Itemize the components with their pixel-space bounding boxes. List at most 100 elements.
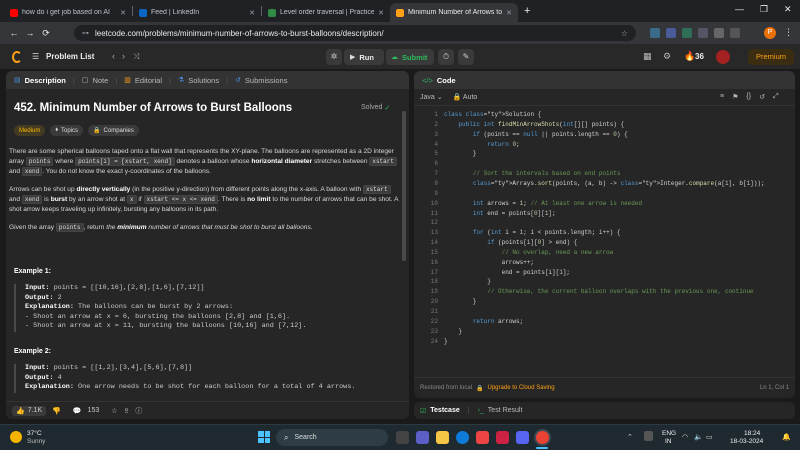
- weather-label[interactable]: Sunny: [27, 438, 45, 445]
- browser-tab-2[interactable]: Feed | LinkedIn ✕: [133, 3, 261, 22]
- timer-icon[interactable]: ⏱: [438, 49, 454, 65]
- code-line[interactable]: end = points[i][1];: [444, 269, 570, 276]
- bookmark-star-icon[interactable]: ☆: [621, 29, 628, 38]
- language-select[interactable]: Java ⌄: [420, 93, 443, 101]
- sun-weather-icon[interactable]: [10, 431, 22, 443]
- tab-testcase[interactable]: Testcase: [430, 407, 459, 414]
- tray-app-icon[interactable]: [644, 431, 653, 441]
- layout-icon[interactable]: ▦: [643, 51, 652, 62]
- code-line[interactable]: int end = points[0][1];: [444, 210, 556, 217]
- extension-icon[interactable]: [682, 28, 692, 38]
- code-line[interactable]: public int findMinArrowShots(int[][] poi…: [444, 121, 624, 128]
- volume-icon[interactable]: 🔈: [694, 433, 703, 441]
- user-avatar[interactable]: [716, 50, 730, 64]
- battery-icon[interactable]: ▭: [706, 433, 713, 441]
- edge-icon[interactable]: [456, 431, 469, 444]
- description-scrollbar[interactable]: [402, 111, 406, 261]
- url-field[interactable]: ⊶ leetcode.com/problems/minimum-number-o…: [74, 25, 636, 41]
- back-icon[interactable]: ←: [6, 28, 22, 38]
- maximize-icon[interactable]: ❐: [760, 4, 768, 15]
- streak-count[interactable]: 36: [695, 52, 704, 61]
- code-line[interactable]: if (points[i][0] > end) {: [444, 239, 577, 246]
- dislike-icon[interactable]: 👎: [52, 407, 61, 415]
- minimize-icon[interactable]: —: [735, 4, 744, 14]
- tab-test-result[interactable]: Test Result: [488, 407, 523, 414]
- code-line[interactable]: }: [444, 278, 491, 285]
- browser-tab-1[interactable]: how do i get job based on AI ✕: [4, 3, 132, 22]
- fullscreen-icon[interactable]: ⤢: [773, 93, 779, 101]
- discord-icon[interactable]: [516, 431, 529, 444]
- store-icon[interactable]: [476, 431, 489, 444]
- prev-problem-icon[interactable]: ‹: [112, 51, 115, 61]
- code-line[interactable]: return arrows;: [444, 318, 523, 325]
- premium-button[interactable]: Premium: [748, 49, 794, 65]
- like-button[interactable]: 👍 7.1K: [12, 405, 47, 416]
- run-button[interactable]: ▶ Run: [344, 49, 384, 65]
- code-line[interactable]: }: [444, 298, 477, 305]
- notification-bell-icon[interactable]: 🔔: [782, 433, 791, 441]
- chevron-up-icon[interactable]: ⌃: [627, 433, 633, 441]
- clock-time[interactable]: 18:24: [744, 430, 760, 437]
- wifi-icon[interactable]: ◠: [682, 433, 688, 441]
- next-problem-icon[interactable]: ›: [122, 51, 125, 61]
- braces-icon[interactable]: {}: [746, 93, 751, 101]
- language-code[interactable]: ENG: [662, 430, 676, 437]
- forward-icon[interactable]: →: [22, 28, 38, 38]
- code-line[interactable]: // No overlap, need a new arrow: [444, 249, 614, 256]
- code-line[interactable]: }: [444, 338, 448, 345]
- site-info-icon[interactable]: ⊶: [82, 29, 89, 37]
- code-line[interactable]: }: [444, 328, 462, 335]
- taskbar-search[interactable]: ⌕ Search: [276, 429, 388, 446]
- shuffle-icon[interactable]: ⤨: [133, 52, 139, 62]
- code-line[interactable]: // Sort the intervals based on end point…: [444, 170, 621, 177]
- reset-icon[interactable]: ↺: [759, 93, 765, 101]
- problem-list-link[interactable]: Problem List: [46, 52, 94, 61]
- temperature[interactable]: 37°C: [27, 430, 42, 437]
- windows-start-icon[interactable]: [258, 431, 270, 443]
- list-icon[interactable]: ☰: [32, 52, 39, 61]
- code-line[interactable]: if (points == null || points.length == 0…: [444, 131, 628, 138]
- comment-icon[interactable]: 💬: [73, 407, 82, 415]
- settings-gear-icon[interactable]: ⚙: [663, 51, 671, 62]
- tab-submissions[interactable]: Submissions: [245, 76, 288, 85]
- extensions-puzzle-icon[interactable]: [714, 28, 724, 38]
- extension-icon[interactable]: [698, 28, 708, 38]
- code-line[interactable]: int arrows = 1; // At least one arrow is…: [444, 200, 642, 207]
- close-tab-icon[interactable]: ✕: [378, 9, 384, 17]
- auto-mode[interactable]: 🔒 Auto: [453, 93, 478, 101]
- tab-solutions[interactable]: Solutions: [188, 76, 219, 85]
- share-icon[interactable]: ⇪: [124, 407, 130, 415]
- browser-menu-icon[interactable]: ⋮: [784, 27, 793, 38]
- debug-icon[interactable]: ✲: [326, 49, 342, 65]
- browser-tab-4[interactable]: Minimum Number of Arrows to ✕: [390, 3, 518, 22]
- code-line[interactable]: class="ty">Arrays.sort(points, (a, b) ->…: [444, 180, 765, 187]
- teams-icon[interactable]: [416, 431, 429, 444]
- bookmark-icon[interactable]: ⚑: [732, 93, 738, 101]
- clock-date[interactable]: 18-03-2024: [730, 438, 763, 445]
- code-line[interactable]: class class="ty">Solution {: [444, 111, 541, 118]
- extension-icon[interactable]: [650, 28, 660, 38]
- code-line[interactable]: }: [444, 150, 477, 157]
- help-icon[interactable]: ⓘ: [135, 406, 142, 416]
- close-window-icon[interactable]: ✕: [784, 4, 792, 15]
- task-view-icon[interactable]: [396, 431, 409, 444]
- tab-editorial[interactable]: Editorial: [135, 76, 162, 85]
- code-line[interactable]: // Otherwise, the current balloon overla…: [444, 288, 753, 295]
- topics-button[interactable]: ⬧ Topics: [50, 125, 84, 136]
- profile-avatar[interactable]: P: [764, 27, 776, 39]
- extension-icon[interactable]: [666, 28, 676, 38]
- chrome-icon[interactable]: [536, 431, 549, 444]
- file-explorer-icon[interactable]: [436, 431, 449, 444]
- code-line[interactable]: arrows++;: [444, 259, 534, 266]
- upgrade-link[interactable]: Upgrade to Cloud Saving: [488, 385, 555, 391]
- close-tab-icon[interactable]: ✕: [506, 9, 512, 17]
- companies-button[interactable]: 🔒 Companies: [88, 125, 139, 136]
- tab-description[interactable]: Description: [25, 76, 66, 85]
- sidepanel-icon[interactable]: [730, 28, 740, 38]
- favorite-star-icon[interactable]: ☆: [111, 407, 117, 415]
- code-line[interactable]: return 0;: [444, 141, 519, 148]
- app-icon[interactable]: [496, 431, 509, 444]
- format-icon[interactable]: ≡: [720, 93, 724, 101]
- reload-icon[interactable]: ⟳: [38, 28, 54, 39]
- code-line[interactable]: for (int i = 1; i < points.length; i++) …: [444, 229, 621, 236]
